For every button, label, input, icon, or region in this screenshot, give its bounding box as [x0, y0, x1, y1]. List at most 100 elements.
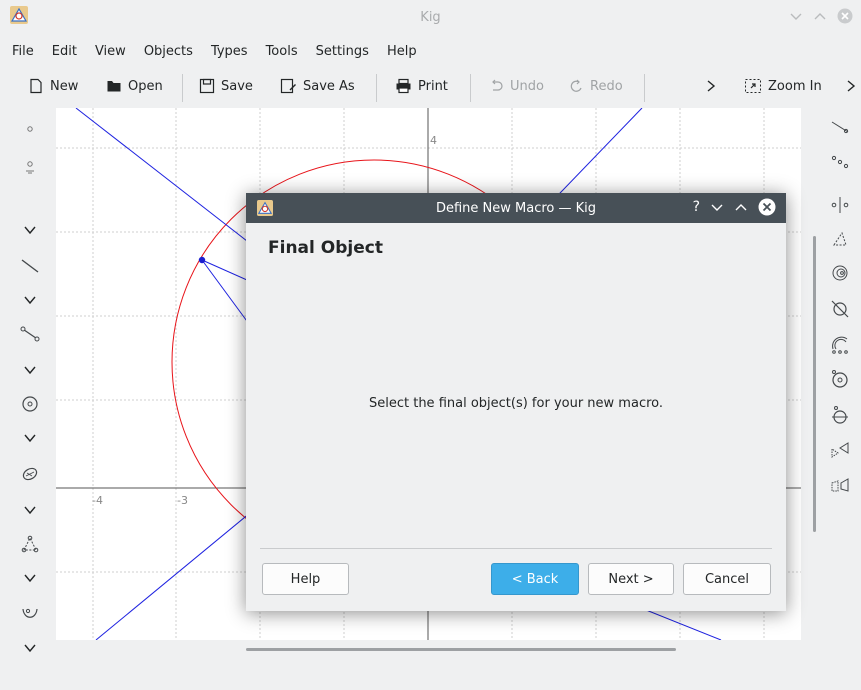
- point-icon: [27, 126, 33, 132]
- circle-point-icon: [832, 370, 848, 388]
- maximize-icon[interactable]: [813, 9, 827, 23]
- polygon-transform-icon: [831, 478, 849, 492]
- line-button[interactable]: [16, 254, 44, 278]
- expand-circles-button[interactable]: [16, 426, 44, 450]
- menu-help[interactable]: Help: [387, 44, 417, 59]
- transform-button[interactable]: [826, 436, 854, 462]
- conic-button[interactable]: [16, 462, 44, 486]
- menu-bar: File Edit View Objects Types Tools Setti…: [0, 38, 861, 64]
- minimize-icon[interactable]: [789, 9, 803, 23]
- axis-label-x-minus4: -4: [92, 494, 103, 507]
- curve-icon: [22, 608, 38, 618]
- expand-conics-button[interactable]: [16, 498, 44, 522]
- dialog-heading: Final Object: [268, 238, 383, 258]
- midpoint-button[interactable]: [826, 114, 854, 140]
- transform-icon: [831, 442, 849, 458]
- back-button[interactable]: < Back: [491, 563, 579, 595]
- dialog-message: Select the final object(s) for your new …: [368, 396, 664, 411]
- cross-circle-icon: [831, 300, 849, 318]
- toolbar-overflow-right-button[interactable]: [845, 78, 857, 94]
- circle-point-button[interactable]: [826, 366, 854, 392]
- axis-label-y4: 4: [430, 134, 437, 147]
- zoom-in-icon: [745, 79, 761, 93]
- expand-curves-button[interactable]: [16, 636, 44, 660]
- dialog-separator: [260, 548, 772, 549]
- horizontal-scrollbar[interactable]: [246, 648, 676, 651]
- polygon-transform-button[interactable]: [826, 472, 854, 498]
- new-button[interactable]: New: [28, 78, 78, 94]
- axis-label-x-minus3: -3: [177, 494, 188, 507]
- left-object-toolbar: [0, 108, 56, 668]
- open-button[interactable]: Open: [106, 78, 163, 94]
- toolbar-overflow-left-button[interactable]: [705, 78, 717, 94]
- close-icon[interactable]: [837, 8, 853, 24]
- dialog-titlebar: Define New Macro — Kig ?: [246, 193, 786, 223]
- selected-point[interactable]: [198, 256, 206, 264]
- main-toolbar: New Open Save Save As Print Undo Redo Zo…: [0, 70, 861, 106]
- segment-button[interactable]: [16, 322, 44, 346]
- next-button[interactable]: Next >: [588, 563, 674, 595]
- polygon-icon: [21, 535, 39, 553]
- circle-icon: [22, 396, 38, 412]
- point-tool-icon: [26, 161, 34, 174]
- spiral-button[interactable]: [826, 260, 854, 286]
- expand-polygons-button[interactable]: [16, 566, 44, 590]
- menu-tools[interactable]: Tools: [266, 44, 298, 59]
- chevron-down-icon: [24, 644, 36, 653]
- polygon-button[interactable]: [16, 532, 44, 556]
- distance-icon: [831, 155, 849, 169]
- help-button[interactable]: Help: [262, 563, 349, 595]
- menu-settings[interactable]: Settings: [316, 44, 369, 59]
- menu-file[interactable]: File: [12, 44, 34, 59]
- chevron-down-icon: [24, 366, 36, 375]
- undo-button[interactable]: Undo: [488, 78, 544, 94]
- cross-circle-button[interactable]: [826, 296, 854, 322]
- midpoint-icon: [831, 121, 849, 134]
- conic-icon: [22, 467, 38, 481]
- triangle-button[interactable]: [826, 226, 854, 252]
- maximize-icon[interactable]: [734, 200, 748, 214]
- tangent-icon: [832, 406, 848, 424]
- point-button[interactable]: [16, 117, 44, 141]
- chevron-down-icon: [24, 506, 36, 515]
- chevron-down-icon: [24, 226, 36, 235]
- close-icon[interactable]: [758, 198, 776, 216]
- chevron-right-icon: [707, 80, 716, 92]
- circle-button[interactable]: [16, 392, 44, 416]
- print-button[interactable]: Print: [395, 78, 448, 94]
- line-icon: [21, 259, 39, 273]
- chevron-down-icon: [24, 434, 36, 443]
- context-help-button[interactable]: ?: [693, 199, 700, 215]
- distance-button[interactable]: [826, 149, 854, 175]
- redo-button[interactable]: Redo: [568, 78, 623, 94]
- dialog-window-controls: ?: [693, 198, 776, 216]
- vertical-scrollbar[interactable]: [813, 236, 816, 532]
- window-title: Kig: [420, 10, 441, 25]
- zoom-in-button[interactable]: Zoom In: [744, 78, 822, 94]
- expand-segments-button[interactable]: [16, 358, 44, 382]
- save-as-icon: [280, 78, 296, 94]
- menu-objects[interactable]: Objects: [144, 44, 193, 59]
- segment-icon: [20, 326, 40, 342]
- cancel-button[interactable]: Cancel: [683, 563, 771, 595]
- point-tool-button[interactable]: [16, 155, 44, 179]
- menu-view[interactable]: View: [95, 44, 126, 59]
- mirror-button[interactable]: [826, 192, 854, 218]
- menu-edit[interactable]: Edit: [52, 44, 77, 59]
- expand-points-button[interactable]: [16, 218, 44, 242]
- tangent-button[interactable]: [826, 402, 854, 428]
- curve-button[interactable]: [16, 602, 44, 626]
- arc-button[interactable]: [826, 332, 854, 358]
- minimize-icon[interactable]: [710, 200, 724, 214]
- spiral-icon: [832, 265, 848, 281]
- arc-icon: [832, 336, 848, 354]
- save-button[interactable]: Save: [199, 78, 253, 94]
- mirror-icon: [831, 197, 849, 213]
- menu-types[interactable]: Types: [211, 44, 248, 59]
- save-as-button[interactable]: Save As: [280, 78, 355, 94]
- toolbar-separator: [470, 74, 471, 102]
- triangle-icon: [833, 231, 847, 246]
- right-transform-toolbar: [818, 108, 861, 528]
- printer-icon: [396, 78, 411, 94]
- expand-lines-button[interactable]: [16, 288, 44, 312]
